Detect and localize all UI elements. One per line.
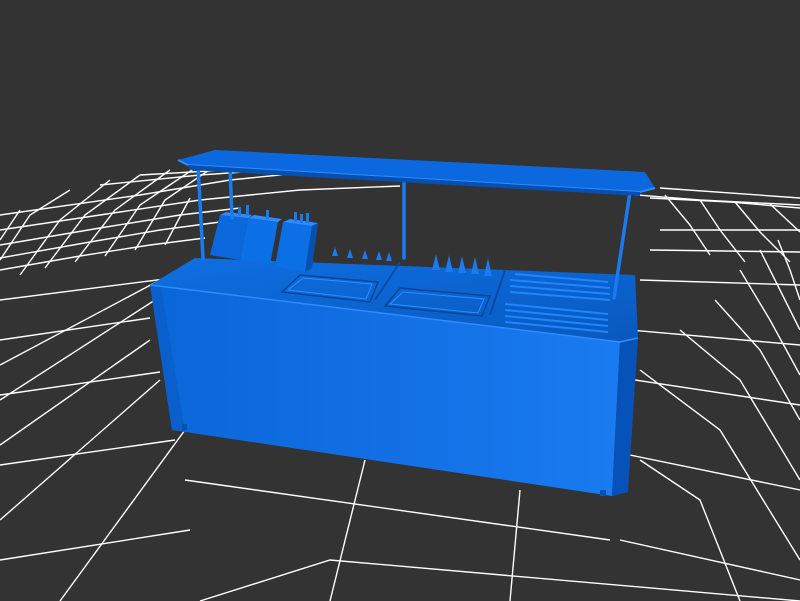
buffet-counter-model[interactable] bbox=[149, 150, 656, 496]
3d-viewport[interactable] bbox=[0, 0, 800, 601]
sneeze-guard-shelf bbox=[177, 150, 656, 196]
scene-canvas[interactable] bbox=[0, 0, 800, 601]
